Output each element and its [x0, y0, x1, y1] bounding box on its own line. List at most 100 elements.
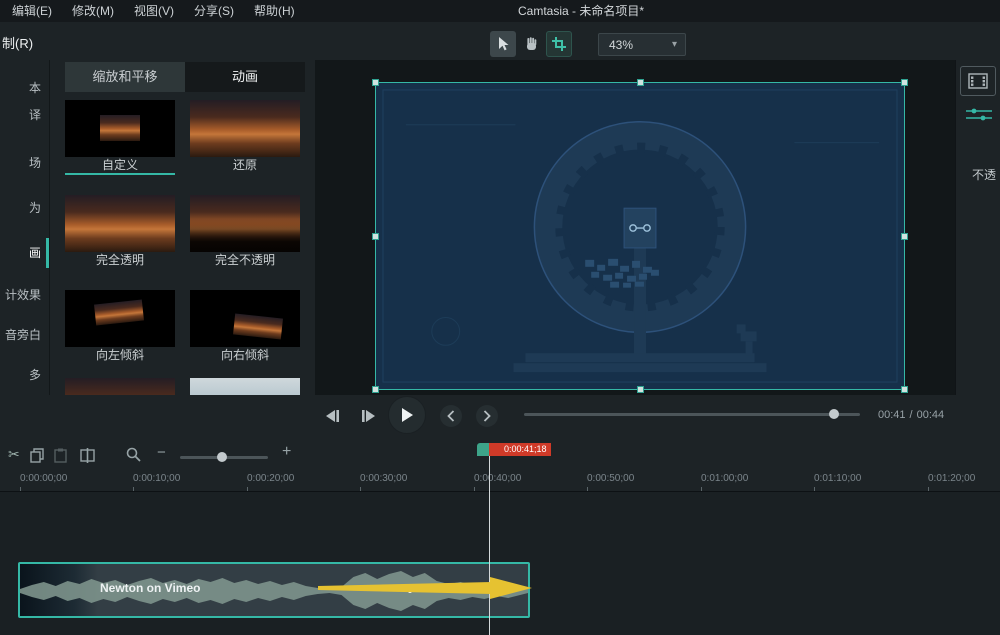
sidebar-item-2[interactable]: 译 — [29, 106, 41, 123]
selected-media-on-canvas[interactable] — [372, 79, 908, 393]
jump-forward-button[interactable] — [476, 405, 498, 427]
resize-handle-sw[interactable] — [372, 386, 379, 393]
timeline-ruler[interactable]: 0:00:00;00 0:00:10;00 0:00:20;00 0:00:30… — [0, 467, 1000, 492]
animation-thumbnail — [65, 100, 175, 157]
animation-item-partial[interactable] — [65, 378, 175, 395]
resize-handle-n[interactable] — [637, 79, 644, 86]
resize-handle-ne[interactable] — [901, 79, 908, 86]
resize-handle-w[interactable] — [372, 233, 379, 240]
hand-icon — [527, 37, 537, 50]
split-button[interactable] — [80, 448, 95, 468]
copy-icon — [30, 448, 44, 463]
animation-item-full-transparent[interactable]: 完全透明 — [65, 195, 175, 270]
total-duration: 00:44 — [916, 409, 945, 421]
chevron-down-icon: ▾ — [671, 39, 677, 50]
sidebar-item-4[interactable]: 为 — [29, 199, 41, 216]
tab-zoom-pan[interactable]: 缩放和平移 — [65, 62, 185, 92]
playhead-time-badge[interactable]: 0:00:41;18 — [500, 443, 551, 456]
menu-view[interactable]: 视图(V) — [124, 0, 184, 22]
cut-button[interactable]: ✂ — [8, 446, 20, 462]
animation-label: 完全透明 — [95, 253, 144, 267]
animation-item-tilt-left[interactable]: 向左倾斜 — [65, 290, 175, 365]
crop-icon — [552, 37, 566, 51]
sidebar-item-animations[interactable]: 画 — [29, 244, 41, 261]
prev-frame-button[interactable] — [320, 404, 344, 428]
ruler-tick: 0:00:00;00 — [20, 473, 68, 484]
animation-item-tilt-right[interactable]: 向右倾斜 — [190, 290, 300, 365]
resize-handle-nw[interactable] — [372, 79, 379, 86]
animation-thumbnail — [190, 100, 300, 157]
resize-handle-s[interactable] — [637, 386, 644, 393]
split-icon — [80, 448, 95, 463]
next-frame-icon — [362, 410, 375, 422]
pan-tool-button[interactable] — [518, 31, 544, 57]
menu-share[interactable]: 分享(S) — [184, 0, 244, 22]
select-tool-button[interactable] — [490, 31, 516, 57]
ruler-tick: 0:00:50;00 — [587, 473, 635, 484]
ruler-tick: 0:01:20;00 — [928, 473, 976, 484]
animation-thumbnail — [190, 290, 300, 347]
window-title: Camtasia - 未命名项目* — [518, 4, 645, 18]
playhead-line[interactable] — [489, 456, 490, 635]
ruler-tick: 0:00:20;00 — [247, 473, 295, 484]
timeline-zoom-search-button[interactable] — [126, 447, 141, 467]
properties-button[interactable] — [960, 66, 996, 96]
animation-item-partial[interactable] — [190, 378, 300, 395]
zoom-in-button[interactable]: + — [282, 444, 291, 460]
menu-items: 编辑(E) 修改(M) 视图(V) 分享(S) 帮助(H) — [2, 0, 305, 22]
jump-back-button[interactable] — [440, 405, 462, 427]
animation-item-custom[interactable]: 自定义 — [65, 100, 175, 175]
menu-help[interactable]: 帮助(H) — [244, 0, 305, 22]
magnifier-icon — [126, 447, 141, 462]
paste-button[interactable] — [54, 448, 67, 468]
zoom-out-button[interactable]: − — [157, 445, 166, 461]
timeline-zoom-handle[interactable] — [217, 452, 227, 462]
play-icon — [402, 408, 413, 422]
audio-mixer-button[interactable] — [965, 106, 993, 124]
chevron-right-icon — [483, 410, 491, 422]
blueprint-image — [376, 83, 904, 389]
ruler-tick: 0:01:10;00 — [814, 473, 862, 484]
current-time: 00:41 — [878, 409, 906, 421]
animation-thumbnail — [65, 195, 175, 252]
tab-animations[interactable]: 动画 — [185, 62, 305, 92]
chevron-left-icon — [447, 410, 455, 422]
crop-tool-button[interactable] — [546, 31, 572, 57]
canvas[interactable] — [315, 60, 955, 395]
timeline-tracks[interactable]: Newton on Vimeo — [0, 492, 1000, 635]
time-separator: / — [909, 409, 913, 421]
animation-label: 自定义 — [101, 158, 138, 172]
animation-item-full-opaque[interactable]: 完全不透明 — [190, 195, 300, 270]
prev-frame-icon — [326, 410, 339, 422]
animation-label: 还原 — [232, 158, 257, 172]
animation-thumbnail — [190, 378, 300, 395]
playhead-out-handle[interactable] — [489, 443, 500, 456]
menu-edit[interactable]: 编辑(E) — [2, 0, 62, 22]
resize-handle-e[interactable] — [901, 233, 908, 240]
animation-item-restore[interactable]: 还原 — [190, 100, 300, 175]
play-button[interactable] — [388, 396, 426, 434]
annotation-arrow — [318, 577, 532, 599]
active-tab-indicator — [46, 238, 49, 268]
clip-title: Newton on Vimeo — [100, 581, 201, 595]
sidebar-item-7[interactable]: 多 — [29, 366, 41, 383]
sidebar-item-6[interactable]: 音旁白 — [5, 326, 41, 343]
zoom-value: 43% — [609, 37, 634, 52]
scrubber-handle[interactable] — [829, 409, 839, 419]
playback-scrubber[interactable] — [524, 413, 860, 416]
sidebar-item-5[interactable]: 计效果 — [5, 286, 41, 303]
record-button[interactable]: 制(R) — [2, 33, 33, 52]
animations-panel: 缩放和平移 动画 自定义 还原 完全透明 完全不透明 向左倾斜 向右倾斜 — [50, 60, 315, 395]
playback-time: 00:41/00:44 — [876, 409, 946, 421]
resize-handle-se[interactable] — [901, 386, 908, 393]
animation-label: 向右倾斜 — [220, 348, 269, 362]
properties-rail: 不透 — [955, 60, 1000, 395]
playhead-in-handle[interactable] — [477, 443, 489, 456]
sidebar-item-3[interactable]: 场 — [29, 154, 41, 171]
ruler-tick: 0:00:40;00 — [474, 473, 522, 484]
next-frame-button[interactable] — [357, 404, 381, 428]
sidebar-item-1[interactable]: 本 — [29, 79, 41, 96]
copy-button[interactable] — [30, 448, 44, 468]
menu-modify[interactable]: 修改(M) — [62, 0, 124, 22]
canvas-zoom-select[interactable]: 43% ▾ — [598, 33, 686, 56]
